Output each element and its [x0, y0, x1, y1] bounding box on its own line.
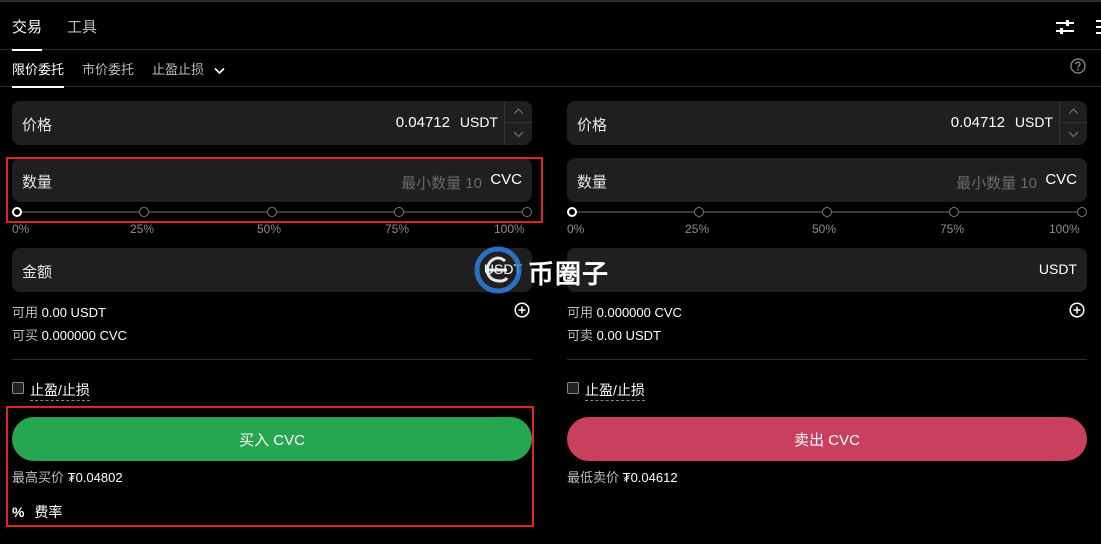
slider-stop-75[interactable]: [949, 207, 959, 217]
buy-price-unit: USDT: [459, 114, 498, 130]
sell-quantity-unit: CVC: [1045, 171, 1077, 188]
sell-panel: 价格 0.04712 USDT 数量 最小数量 10 CVC 0% 25% 50…: [567, 88, 1087, 544]
buy-price-stepper: [504, 101, 532, 145]
sell-price-value[interactable]: 0.04712: [951, 114, 1005, 131]
sell-amount-unit: USDT: [1038, 261, 1077, 277]
max-buy-value: 0.000000 CVC: [41, 328, 127, 343]
tab-tools[interactable]: 工具: [67, 16, 97, 37]
sell-price-stepper: [1059, 101, 1087, 145]
available-key: 可用: [12, 305, 39, 320]
slider-stop-50[interactable]: [267, 207, 277, 217]
slider-tick-label: 50%: [257, 222, 282, 236]
chevron-up-icon[interactable]: [1060, 101, 1087, 123]
top-tab-bar: 交易 工具: [0, 0, 1101, 51]
percent-icon: %: [12, 504, 25, 520]
sell-quantity-placeholder[interactable]: 最小数量 10: [956, 172, 1037, 193]
sell-quantity-label: 数量: [577, 174, 608, 191]
chevron-down-icon[interactable]: [1060, 123, 1087, 145]
slider-tick-label: 0%: [567, 222, 585, 236]
sell-price-field[interactable]: 价格 0.04712 USDT: [567, 101, 1087, 145]
order-type-tabs: 限价委托 市价委托 止盈止损: [0, 50, 1101, 88]
buy-percent-slider[interactable]: 0% 25% 50% 75% 100%: [12, 206, 532, 236]
slider-stop-25[interactable]: [694, 207, 704, 217]
chevron-down-icon[interactable]: [505, 123, 532, 145]
plus-circle-icon[interactable]: [514, 302, 530, 318]
slider-tick-label: 100%: [494, 222, 525, 236]
available-value: 0.000000 CVC: [596, 305, 682, 320]
slider-tick-label: 25%: [130, 222, 155, 236]
slider-tick-label: 75%: [940, 222, 965, 236]
slider-stop-25[interactable]: [139, 207, 149, 217]
menu-icon[interactable]: [1095, 17, 1101, 37]
plus-circle-icon[interactable]: [1069, 302, 1085, 318]
slider-tick-label: 75%: [385, 222, 410, 236]
buy-quantity-placeholder[interactable]: 最小数量 10: [401, 172, 482, 193]
best-buy-value: ₮0.04802: [67, 470, 123, 485]
max-buy-key: 可买: [12, 328, 39, 343]
sell-price-unit: USDT: [1014, 114, 1053, 130]
buy-price-value[interactable]: 0.04712: [396, 114, 450, 131]
slider-tick-label: 25%: [685, 222, 710, 236]
max-sell-value: 0.00 USDT: [596, 328, 661, 343]
fee-rate-link[interactable]: % 费率: [12, 502, 62, 522]
max-sell-key: 可卖: [567, 328, 594, 343]
divider: [567, 359, 1087, 360]
sell-amount-field[interactable]: USDT: [567, 248, 1087, 292]
buy-button[interactable]: 买入 CVC: [12, 417, 532, 461]
sell-percent-slider[interactable]: 0% 25% 50% 75% 100%: [567, 206, 1087, 236]
tab-limit-order[interactable]: 限价委托: [12, 59, 65, 88]
question-circle-icon[interactable]: [1070, 58, 1086, 74]
slider-tick-label: 100%: [1049, 222, 1080, 236]
buy-quantity-field[interactable]: 数量 最小数量 10 CVC: [12, 158, 532, 202]
buy-available: 可用 0.00 USDT: [12, 302, 106, 321]
best-buy-price: 最高买价 ₮0.04802: [12, 467, 123, 486]
available-key: 可用: [567, 305, 594, 320]
sliders-icon[interactable]: [1055, 17, 1075, 37]
tp-sl-checkbox[interactable]: [12, 382, 24, 394]
tab-trade[interactable]: 交易: [12, 16, 43, 51]
buy-max-buy: 可买 0.000000 CVC: [12, 325, 127, 344]
buy-amount-label: 金额: [22, 264, 53, 281]
buy-quantity-label: 数量: [22, 174, 53, 191]
tp-sl-label[interactable]: 止盈/止损: [585, 380, 645, 401]
sell-price-label: 价格: [577, 117, 608, 134]
tab-tp-sl-label: 止盈止损: [152, 62, 205, 77]
sell-quantity-field[interactable]: 数量 最小数量 10 CVC: [567, 158, 1087, 202]
slider-stop-50[interactable]: [822, 207, 832, 217]
chevron-up-icon[interactable]: [505, 101, 532, 123]
buy-amount-field[interactable]: 金额 USDT: [12, 248, 532, 292]
sell-button[interactable]: 卖出 CVC: [567, 417, 1087, 461]
sell-available: 可用 0.000000 CVC: [567, 302, 682, 321]
slider-tick-label: 50%: [812, 222, 837, 236]
tp-sl-checkbox[interactable]: [567, 382, 579, 394]
buy-amount-unit: USDT: [483, 261, 522, 277]
slider-tick-label: 0%: [12, 222, 30, 236]
sell-max-sell: 可卖 0.00 USDT: [567, 325, 661, 344]
chevron-down-icon: [214, 67, 225, 74]
buy-quantity-unit: CVC: [490, 171, 522, 188]
fee-rate-label: 费率: [34, 504, 63, 520]
slider-stop-0[interactable]: [567, 207, 577, 217]
slider-stop-75[interactable]: [394, 207, 404, 217]
buy-price-field[interactable]: 价格 0.04712 USDT: [12, 101, 532, 145]
slider-stop-0[interactable]: [12, 207, 22, 217]
buy-panel: 价格 0.04712 USDT 数量 最小数量 10 CVC 0% 25% 50…: [12, 88, 532, 544]
tab-tp-sl[interactable]: 止盈止损: [152, 59, 225, 78]
available-value: 0.00 USDT: [41, 305, 106, 320]
tp-sl-label[interactable]: 止盈/止损: [30, 380, 90, 401]
best-buy-key: 最高买价: [12, 470, 65, 485]
best-sell-value: ₮0.04612: [622, 470, 678, 485]
tab-market-order[interactable]: 市价委托: [82, 59, 134, 78]
best-sell-price: 最低卖价 ₮0.04612: [567, 467, 678, 486]
divider: [12, 359, 532, 360]
slider-stop-100[interactable]: [522, 207, 532, 217]
best-sell-key: 最低卖价: [567, 470, 620, 485]
buy-price-label: 价格: [22, 117, 53, 134]
slider-stop-100[interactable]: [1077, 207, 1087, 217]
